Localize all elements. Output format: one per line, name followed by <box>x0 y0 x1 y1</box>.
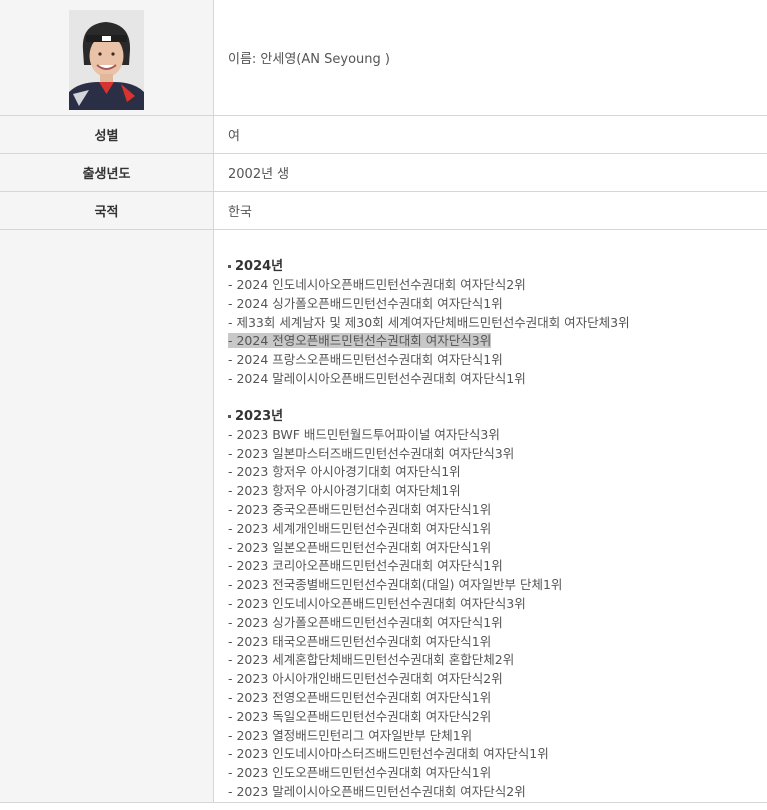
nationality-label: 국적 <box>0 191 214 230</box>
award-item: - 2023 전국종별배드민턴선수권대회(대일) 여자일반부 단체1위 <box>228 577 563 593</box>
award-item: - 2023 인도오픈배드민턴선수권대회 여자단식1위 <box>228 765 492 781</box>
player-profile-table: 이름: 안세영(AN Seyoung ) 성별 여 출생년도 2002년 생 국… <box>0 0 767 803</box>
award-item-text: - 제33회 세계남자 및 제30회 세계여자단체배드민턴선수권대회 여자단체3… <box>228 314 630 330</box>
gender-value: 여 <box>213 115 767 154</box>
award-item: - 2023 세계개인배드민턴선수권대회 여자단식1위 <box>228 520 492 536</box>
award-item: - 2023 일본마스터즈배드민턴선수권대회 여자단식3위 <box>228 445 515 461</box>
award-item: - 2023 중국오픈배드민턴선수권대회 여자단식1위 <box>228 501 492 517</box>
award-item: - 2024 말레이시아오픈배드민턴선수권대회 여자단식1위 <box>228 370 526 386</box>
birth-year-value: 2002년 생 <box>213 153 767 192</box>
photo-row: 이름: 안세영(AN Seyoung ) <box>0 0 767 116</box>
award-item: - 2023 BWF 배드민턴월드투어파이널 여자단식3위 <box>228 426 500 442</box>
award-item: - 2024 인도네시아오픈배드민턴선수권대회 여자단식2위 <box>228 277 526 292</box>
award-item: - 2023 태국오픈배드민턴선수권대회 여자단식1위 <box>228 633 492 649</box>
gender-label: 성별 <box>0 115 214 154</box>
selected-text: - 2024 전영오픈배드민턴선수권대회 여자단식3위 <box>228 333 492 349</box>
birth-year-label: 출생년도 <box>0 153 214 192</box>
awards-list: 2024년 - 2024 인도네시아오픈배드민턴선수권대회 여자단식2위 - 2… <box>213 229 767 803</box>
awards-label-cell <box>0 229 214 803</box>
nationality-value: 한국 <box>213 191 767 230</box>
nationality-row: 국적 한국 <box>0 191 767 230</box>
award-item: - 2023 인도네시아오픈배드민턴선수권대회 여자단식3위 <box>228 595 526 611</box>
award-item: - 2024 프랑스오픈배드민턴선수권대회 여자단식1위 <box>228 352 503 368</box>
player-photo <box>69 10 144 110</box>
award-item: - 2023 일본오픈배드민턴선수권대회 여자단식1위 <box>228 539 492 555</box>
bullet-square-icon <box>228 414 231 418</box>
award-item: - 2023 항저우 아시아경기대회 여자단식1위 <box>228 464 461 480</box>
awards-row: 2024년 - 2024 인도네시아오픈배드민턴선수권대회 여자단식2위 - 2… <box>0 229 767 803</box>
birth-year-row: 출생년도 2002년 생 <box>0 153 767 192</box>
award-item: - 2023 세계혼합단체배드민턴선수권대회 혼합단체2위 <box>228 652 515 668</box>
award-item-highlighted: - 2024 전영오픈배드민턴선수권대회 여자단식3위 <box>228 332 767 351</box>
award-item: - 2023 싱가폴오픈배드민턴선수권대회 여자단식1위 <box>228 614 503 630</box>
award-item: - 2023 코리아오픈배드민턴선수권대회 여자단식1위 <box>228 558 503 574</box>
award-item: - 2023 항저우 아시아경기대회 여자단체1위 <box>228 483 461 499</box>
player-name: 이름: 안세영(AN Seyoung ) <box>213 0 767 116</box>
award-item: - 2024 싱가폴오픈배드민턴선수권대회 여자단식1위 <box>228 295 503 311</box>
award-item: - 제33회 세계남자 및 제30회 세계여자단체배드민턴선수권대회 여자단체3… <box>228 314 767 333</box>
bullet-square-icon <box>228 265 231 268</box>
award-item: - 2023 인도네시아마스터즈배드민턴선수권대회 여자단식1위 <box>228 746 549 762</box>
year-heading-2024: 2024년 <box>228 258 767 276</box>
gender-row: 성별 여 <box>0 115 767 154</box>
award-item: - 2023 독일오픈배드민턴선수권대회 여자단식2위 <box>228 708 492 724</box>
photo-cell <box>0 0 214 116</box>
award-item: - 2023 전영오픈배드민턴선수권대회 여자단식1위 <box>228 689 492 705</box>
year-heading-2023: 2023년 <box>228 408 767 426</box>
award-item: - 2023 아시아개인배드민턴선수권대회 여자단식2위 <box>228 671 503 687</box>
award-item: - 2023 말레이시아오픈배드민턴선수권대회 여자단식2위 <box>228 783 526 799</box>
award-item: - 2023 열정배드민턴리그 여자일반부 단체1위 <box>228 727 473 743</box>
